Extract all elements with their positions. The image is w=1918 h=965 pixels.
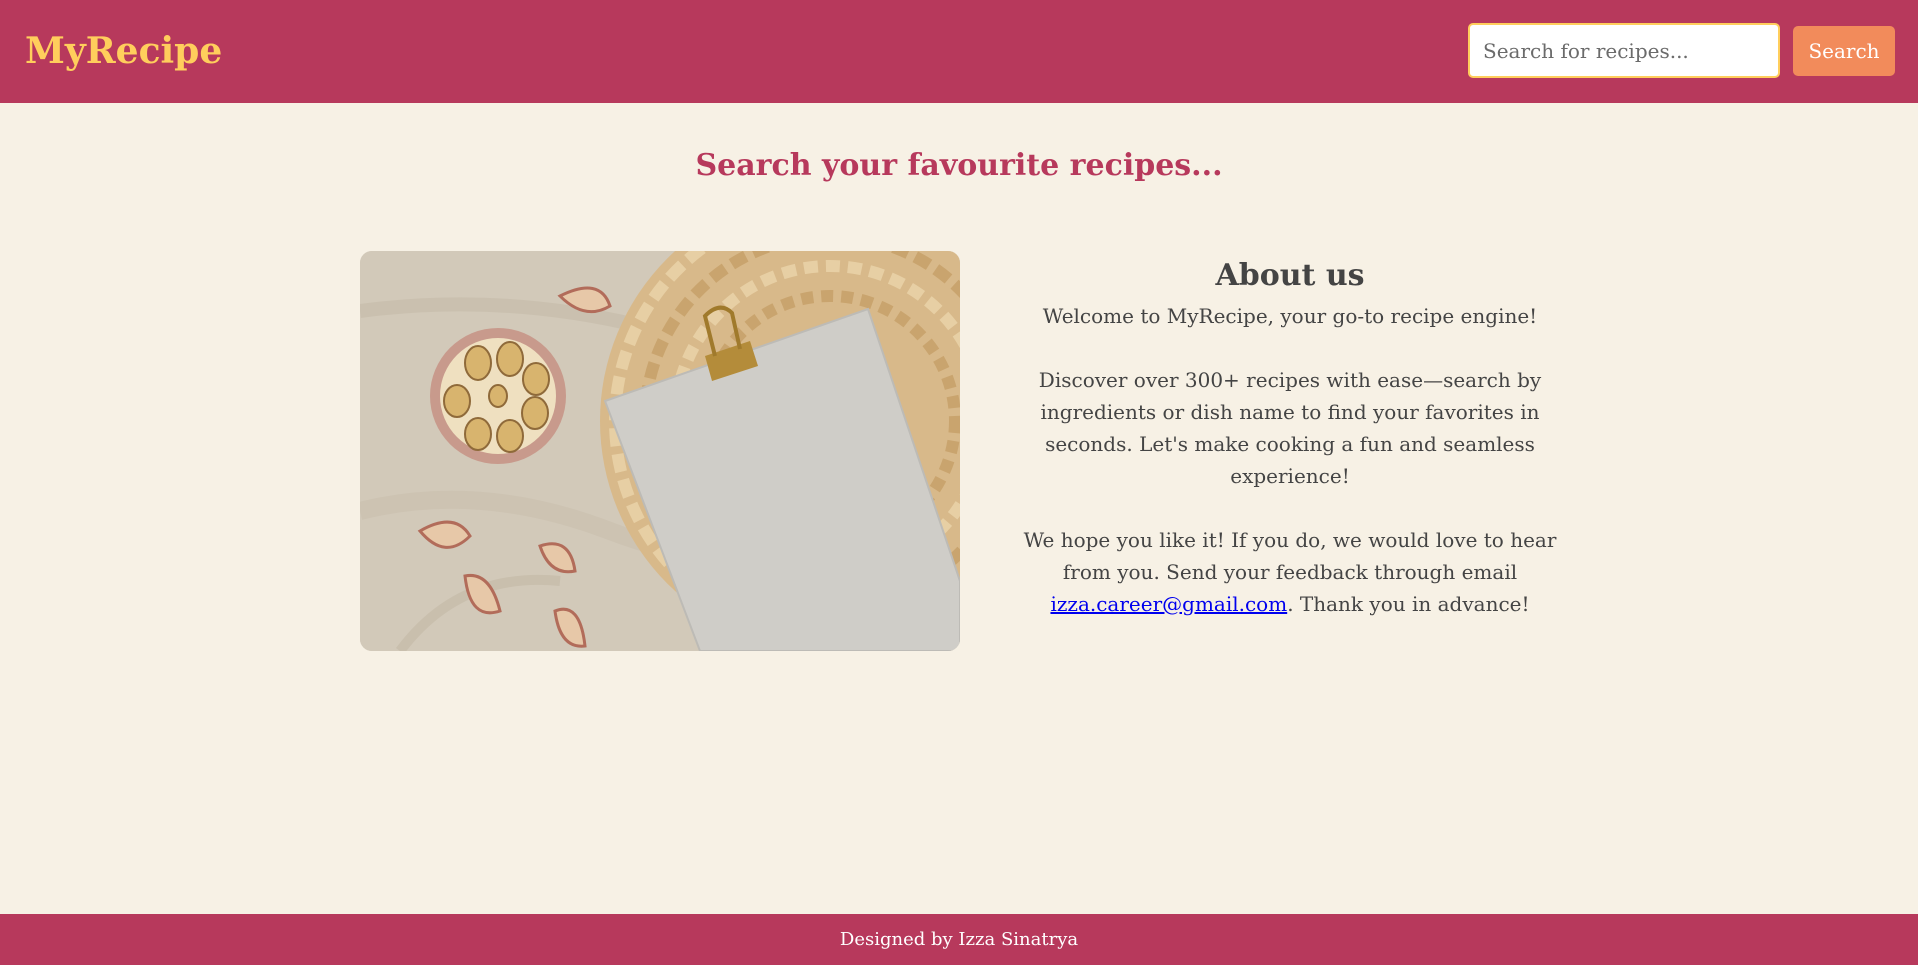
about-section: About us Welcome to MyRecipe, your go-to…: [1010, 252, 1570, 620]
email-link[interactable]: izza.career@gmail.com: [1050, 592, 1287, 616]
hero-image: [360, 251, 960, 651]
search-button[interactable]: Search: [1793, 26, 1895, 76]
feedback-suffix: . Thank you in advance!: [1287, 592, 1530, 616]
about-welcome-text: Welcome to MyRecipe, your go-to recipe e…: [1042, 304, 1538, 328]
about-feedback-text: We hope you like it! If you do, we would…: [1010, 524, 1570, 620]
site-logo[interactable]: MyRecipe: [25, 26, 222, 76]
footer-credit: Designed by Izza Sinatrya: [839, 929, 1079, 950]
site-footer: Designed by Izza Sinatrya: [0, 914, 1918, 965]
about-title: About us: [1215, 258, 1365, 293]
search-input[interactable]: [1468, 23, 1780, 78]
page-heading: Search your favourite recipes...: [695, 148, 1223, 183]
feedback-prefix: We hope you like it! If you do, we would…: [1023, 528, 1557, 584]
site-header: MyRecipe Search: [0, 0, 1918, 103]
about-discover-text: Discover over 300+ recipes with ease—sea…: [1038, 368, 1542, 488]
